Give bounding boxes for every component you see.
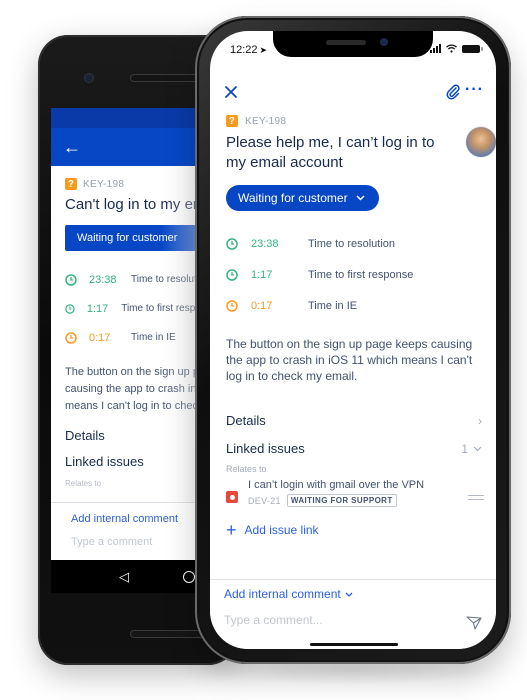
drag-handle-icon[interactable] <box>468 495 484 500</box>
linked-issue-key: DEV-21 <box>248 495 281 506</box>
sla-row: 1:17 Time to first response <box>226 259 482 290</box>
issue-key: KEY-198 <box>245 115 287 127</box>
sla-label: Time in IE <box>131 332 176 343</box>
front-camera <box>85 74 93 82</box>
issue-key: KEY-198 <box>83 178 125 190</box>
chevron-down-icon <box>345 592 353 597</box>
send-icon[interactable] <box>466 616 482 630</box>
comment-footer: Add internal comment Type a comment... <box>210 579 496 649</box>
clock-icon <box>65 331 77 344</box>
more-options-icon[interactable]: ··· <box>465 82 484 98</box>
clock-icon <box>65 273 77 286</box>
sla-time: 0:17 <box>89 331 111 344</box>
add-comment-label: Add internal comment <box>224 587 341 601</box>
sla-time: 23:38 <box>251 237 279 250</box>
status-dropdown-button[interactable]: Waiting for customer <box>226 185 379 211</box>
battery-icon <box>462 44 483 53</box>
home-indicator[interactable] <box>310 643 398 646</box>
paperclip-icon[interactable] <box>446 84 460 100</box>
status-lozenge: WAITING FOR SUPPORT <box>286 494 397 507</box>
sla-label: Time to first response <box>308 268 414 281</box>
notch <box>273 31 433 57</box>
sla-time: 23:38 <box>89 273 117 286</box>
add-internal-comment-button[interactable]: Add internal comment <box>224 587 496 601</box>
sla-time: 1:17 <box>86 302 109 315</box>
question-icon: ? <box>65 178 77 190</box>
chevron-down-icon <box>473 446 482 451</box>
status-time: 12:22 ➤ <box>230 44 267 56</box>
sla-list: 23:38 Time to resolution 1:17 Time to fi… <box>226 228 482 321</box>
comment-input[interactable]: Type a comment... <box>224 613 496 627</box>
sla-row: 23:38 Time to resolution <box>226 228 482 259</box>
nav-back-icon[interactable]: ◁ <box>119 569 129 585</box>
status-label: Waiting for customer <box>238 191 348 205</box>
linked-issues-meta: 1 <box>461 442 482 456</box>
avatar[interactable] <box>466 127 496 157</box>
chevron-down-icon <box>356 195 365 201</box>
arrow-left-icon[interactable]: ← <box>63 138 81 156</box>
notch-camera <box>380 38 388 46</box>
question-icon: ? <box>226 115 238 127</box>
sla-time: 1:17 <box>251 268 273 281</box>
sla-row: 0:17 Time in IE <box>226 290 482 321</box>
sla-label: Time in IE <box>308 299 358 312</box>
plus-icon: + <box>226 520 237 540</box>
issue-description: The button on the sign up page keeps cau… <box>226 337 473 383</box>
issue-title: Please help me, I can’t log in to my ema… <box>226 134 435 171</box>
sla-label: Time to resolution <box>308 237 396 250</box>
linked-issues-label: Linked issues <box>226 441 305 456</box>
linked-issues-row[interactable]: Linked issues 1 <box>226 441 482 456</box>
details-label: Details <box>226 413 266 428</box>
issue-top-bar: ··· <box>210 81 496 107</box>
chevron-right-icon: › <box>478 413 482 428</box>
linked-issues-count: 1 <box>461 441 468 456</box>
relates-to-label: Relates to <box>226 464 267 474</box>
add-issue-link-button[interactable]: + Add issue link <box>226 521 482 539</box>
clock-icon <box>226 299 238 312</box>
issue-key-row: ? KEY-198 <box>226 115 482 127</box>
add-issue-link-label: Add issue link <box>244 523 319 537</box>
time-text: 12:22 <box>230 44 258 56</box>
system-icons <box>430 44 483 53</box>
location-icon: ➤ <box>259 45 268 55</box>
close-icon[interactable] <box>224 85 238 99</box>
details-row[interactable]: Details › <box>226 413 482 428</box>
nav-home-icon[interactable] <box>183 570 195 583</box>
clock-icon <box>65 303 75 314</box>
notch-speaker <box>326 40 366 45</box>
iphone: 12:22 ➤ ··· ? KEY-198 Please help me, I c… <box>195 16 511 664</box>
linked-issue-meta: DEV-21 WAITING FOR SUPPORT <box>248 494 482 507</box>
linked-issue-title: I can’t login with gmail over the VPN <box>248 479 425 491</box>
sla-time: 0:17 <box>251 299 273 312</box>
clock-icon <box>226 268 238 281</box>
iphone-screen: 12:22 ➤ ··· ? KEY-198 Please help me, I c… <box>210 31 496 649</box>
clock-icon <box>226 237 238 250</box>
wifi-icon <box>446 44 457 53</box>
issue-content: ? KEY-198 Please help me, I can’t log in… <box>226 115 496 539</box>
bug-icon <box>226 491 238 503</box>
linked-issue-item[interactable]: I can’t login with gmail over the VPN DE… <box>226 479 484 515</box>
